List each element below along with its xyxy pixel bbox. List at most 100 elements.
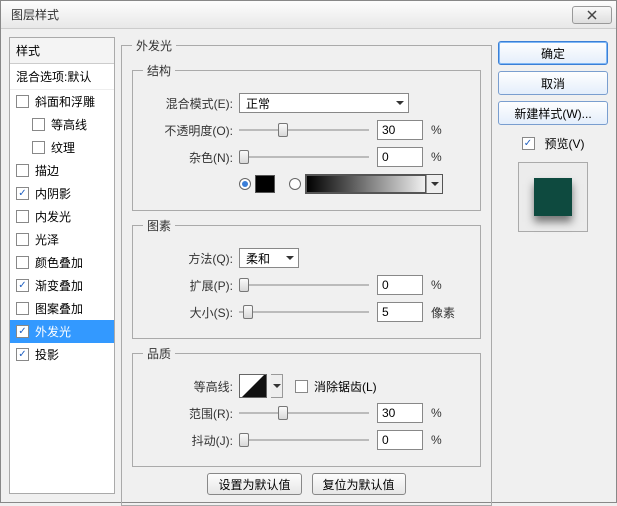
preview-thumbnail: [518, 162, 588, 232]
actions-panel: 确定 取消 新建样式(W)... 预览(V): [498, 37, 608, 494]
opacity-label: 不透明度(O):: [143, 122, 239, 139]
style-item[interactable]: 内发光: [10, 205, 114, 228]
jitter-slider[interactable]: [239, 432, 369, 448]
style-checkbox[interactable]: [16, 233, 29, 246]
opacity-slider[interactable]: [239, 122, 369, 138]
noise-label: 杂色(N):: [143, 149, 239, 166]
style-item-label: 外发光: [35, 323, 71, 340]
style-item-label: 投影: [35, 346, 59, 363]
style-checkbox[interactable]: [16, 256, 29, 269]
preview-inner: [534, 178, 572, 216]
method-label: 方法(Q):: [143, 250, 239, 267]
close-icon: [587, 10, 597, 20]
noise-input[interactable]: 0: [377, 147, 423, 167]
contour-label: 等高线:: [143, 378, 239, 395]
outer-glow-title: 外发光: [132, 37, 176, 54]
style-item-label: 渐变叠加: [35, 277, 83, 294]
outer-glow-group: 外发光 结构 混合模式(E): 正常 不透明度(O): 30: [121, 37, 492, 506]
make-default-button[interactable]: 设置为默认值: [207, 473, 301, 495]
preview-checkbox[interactable]: [522, 137, 535, 150]
style-item-label: 纹理: [51, 139, 75, 156]
chevron-down-icon: [426, 175, 442, 193]
range-input[interactable]: 30: [377, 403, 423, 423]
blend-options-item[interactable]: 混合选项:默认: [10, 64, 114, 90]
styles-header[interactable]: 样式: [10, 38, 114, 64]
style-checkbox[interactable]: [16, 210, 29, 223]
structure-title: 结构: [143, 62, 175, 79]
gradient-picker[interactable]: [305, 174, 443, 194]
style-item[interactable]: 内阴影: [10, 182, 114, 205]
style-item[interactable]: 等高线: [10, 113, 114, 136]
style-checkbox[interactable]: [16, 279, 29, 292]
spread-input[interactable]: 0: [377, 275, 423, 295]
chevron-down-icon: [396, 99, 404, 107]
style-checkbox[interactable]: [16, 164, 29, 177]
style-item-label: 斜面和浮雕: [35, 93, 95, 110]
style-item[interactable]: 投影: [10, 343, 114, 366]
titlebar: 图层样式: [1, 1, 616, 29]
style-item[interactable]: 颜色叠加: [10, 251, 114, 274]
gradient-radio[interactable]: [289, 178, 301, 190]
style-checkbox[interactable]: [32, 118, 45, 131]
style-item[interactable]: 外发光: [10, 320, 114, 343]
size-slider[interactable]: [239, 304, 369, 320]
reset-default-button[interactable]: 复位为默认值: [312, 473, 406, 495]
style-item[interactable]: 纹理: [10, 136, 114, 159]
jitter-unit: %: [431, 433, 442, 447]
style-item[interactable]: 图案叠加: [10, 297, 114, 320]
style-checkbox[interactable]: [32, 141, 45, 154]
method-value: 柔和: [246, 250, 270, 267]
noise-unit: %: [431, 150, 442, 164]
style-item[interactable]: 渐变叠加: [10, 274, 114, 297]
size-unit: 像素: [431, 304, 455, 321]
blend-mode-label: 混合模式(E):: [143, 95, 239, 112]
cancel-button[interactable]: 取消: [498, 71, 608, 95]
spread-unit: %: [431, 278, 442, 292]
gradient-swatch: [306, 175, 426, 193]
elements-title: 图素: [143, 217, 175, 234]
layer-style-dialog: 图层样式 样式 混合选项:默认 斜面和浮雕等高线纹理描边内阴影内发光光泽颜色叠加…: [0, 0, 617, 503]
style-item[interactable]: 斜面和浮雕: [10, 90, 114, 113]
settings-panel: 外发光 结构 混合模式(E): 正常 不透明度(O): 30: [121, 37, 492, 494]
elements-group: 图素 方法(Q): 柔和 扩展(P): 0 %: [132, 217, 481, 339]
color-swatch[interactable]: [255, 175, 275, 193]
contour-dropdown[interactable]: [271, 374, 283, 398]
close-button[interactable]: [572, 6, 612, 24]
style-checkbox[interactable]: [16, 325, 29, 338]
style-checkbox[interactable]: [16, 187, 29, 200]
range-slider[interactable]: [239, 405, 369, 421]
structure-group: 结构 混合模式(E): 正常 不透明度(O): 30 %: [132, 62, 481, 211]
style-item-label: 图案叠加: [35, 300, 83, 317]
style-checkbox[interactable]: [16, 302, 29, 315]
spread-slider[interactable]: [239, 277, 369, 293]
size-input[interactable]: 5: [377, 302, 423, 322]
style-item-label: 颜色叠加: [35, 254, 83, 271]
style-item-label: 内阴影: [35, 185, 71, 202]
styles-list-panel: 样式 混合选项:默认 斜面和浮雕等高线纹理描边内阴影内发光光泽颜色叠加渐变叠加图…: [9, 37, 115, 494]
jitter-input[interactable]: 0: [377, 430, 423, 450]
contour-swatch[interactable]: [239, 374, 267, 398]
range-unit: %: [431, 406, 442, 420]
style-checkbox[interactable]: [16, 95, 29, 108]
antialias-checkbox[interactable]: [295, 380, 308, 393]
antialias-label: 消除锯齿(L): [314, 378, 377, 395]
style-item[interactable]: 光泽: [10, 228, 114, 251]
opacity-unit: %: [431, 123, 442, 137]
style-checkbox[interactable]: [16, 348, 29, 361]
dialog-title: 图层样式: [11, 6, 572, 23]
spread-label: 扩展(P):: [143, 277, 239, 294]
quality-group: 品质 等高线: 消除锯齿(L) 范围(R): 30 %: [132, 345, 481, 467]
method-select[interactable]: 柔和: [239, 248, 299, 268]
jitter-label: 抖动(J):: [143, 432, 239, 449]
noise-slider[interactable]: [239, 149, 369, 165]
blend-mode-value: 正常: [246, 95, 270, 112]
new-style-button[interactable]: 新建样式(W)...: [498, 101, 608, 125]
style-item-label: 等高线: [51, 116, 87, 133]
blend-mode-select[interactable]: 正常: [239, 93, 409, 113]
style-item-label: 光泽: [35, 231, 59, 248]
opacity-input[interactable]: 30: [377, 120, 423, 140]
color-radio[interactable]: [239, 178, 251, 190]
style-item[interactable]: 描边: [10, 159, 114, 182]
quality-title: 品质: [143, 345, 175, 362]
ok-button[interactable]: 确定: [498, 41, 608, 65]
